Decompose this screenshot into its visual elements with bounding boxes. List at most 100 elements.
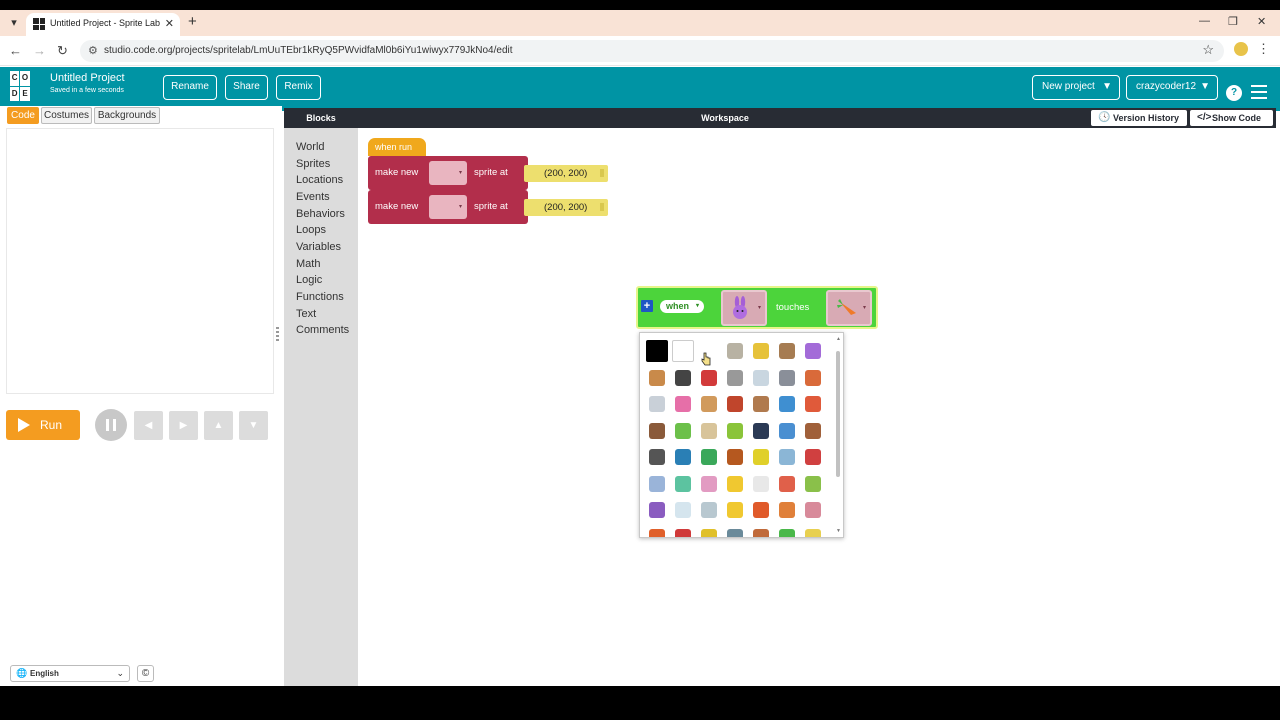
costume-option[interactable] — [646, 473, 668, 495]
costume-option[interactable] — [646, 526, 668, 537]
costume-option[interactable] — [802, 473, 824, 495]
costume-option[interactable] — [802, 340, 824, 362]
new-tab-icon[interactable]: + — [188, 13, 197, 30]
costume-option[interactable] — [802, 499, 824, 521]
back-icon[interactable]: ← — [9, 43, 22, 58]
panel-resize-handle[interactable] — [276, 327, 279, 341]
costume-option[interactable] — [776, 446, 798, 468]
run-button[interactable]: Run — [6, 410, 80, 440]
when-touches-block[interactable]: + when ▾ ▾ touches ▾ — [636, 286, 878, 329]
costume-option[interactable] — [672, 446, 694, 468]
category-variables[interactable]: Variables — [296, 241, 341, 253]
costume-option[interactable] — [776, 393, 798, 415]
close-window-icon[interactable]: ✕ — [1257, 15, 1266, 28]
costume-option[interactable] — [750, 499, 772, 521]
costume-option[interactable] — [698, 526, 720, 537]
costume-option[interactable] — [672, 367, 694, 389]
when-dropdown[interactable]: when ▾ — [660, 300, 704, 313]
costume-option[interactable] — [776, 367, 798, 389]
category-text[interactable]: Text — [296, 308, 316, 320]
costume-option[interactable] — [698, 367, 720, 389]
copyright-icon[interactable]: © — [137, 665, 154, 682]
right-arrow-button[interactable]: ▶ — [169, 411, 198, 440]
costume-option[interactable] — [698, 393, 720, 415]
hamburger-menu-icon[interactable] — [1251, 85, 1267, 99]
category-locations[interactable]: Locations — [296, 174, 343, 186]
costume-option[interactable] — [776, 473, 798, 495]
costume-option[interactable] — [646, 340, 668, 362]
costume-option[interactable] — [802, 367, 824, 389]
category-logic[interactable]: Logic — [296, 274, 322, 286]
picker-scrollbar[interactable] — [836, 351, 840, 477]
bookmark-star-icon[interactable]: ☆ — [1202, 42, 1214, 58]
restore-icon[interactable]: ❐ — [1228, 15, 1238, 28]
costume-option[interactable] — [672, 393, 694, 415]
costume-option[interactable] — [776, 499, 798, 521]
costume-dropdown[interactable]: ▾ — [429, 195, 467, 219]
category-loops[interactable]: Loops — [296, 224, 326, 236]
pause-button[interactable] — [95, 409, 127, 441]
costume-option[interactable] — [672, 420, 694, 442]
costume-option[interactable] — [724, 446, 746, 468]
location-block[interactable]: (200, 200) — [524, 165, 608, 182]
category-events[interactable]: Events — [296, 191, 330, 203]
minimize-icon[interactable]: — — [1199, 15, 1210, 27]
costume-option[interactable] — [802, 420, 824, 442]
costume-option[interactable] — [698, 420, 720, 442]
category-math[interactable]: Math — [296, 258, 320, 270]
new-project-button[interactable]: New project ▼ — [1032, 75, 1120, 100]
share-button[interactable]: Share — [225, 75, 268, 100]
help-icon[interactable]: ? — [1226, 85, 1242, 101]
forward-icon[interactable]: → — [33, 43, 46, 58]
scroll-up-icon[interactable]: ▲ — [836, 336, 841, 342]
costume-dropdown[interactable]: ▾ — [429, 161, 467, 185]
browser-tab[interactable]: Untitled Project - Sprite Lab - C ✕ — [26, 13, 180, 36]
costume-option[interactable] — [698, 499, 720, 521]
code-org-logo[interactable]: C O D E — [10, 71, 40, 101]
language-select[interactable]: 🌐 English ⌄ — [10, 665, 130, 682]
tab-costumes[interactable]: Costumes — [41, 107, 92, 124]
make-new-sprite-block[interactable]: make new ▾ sprite at — [368, 156, 528, 190]
costume-option[interactable] — [646, 393, 668, 415]
costume-option[interactable] — [698, 446, 720, 468]
up-arrow-button[interactable]: ▲ — [204, 411, 233, 440]
costume-option[interactable] — [802, 393, 824, 415]
costume-option[interactable] — [724, 420, 746, 442]
version-history-button[interactable]: 🕓 Version History — [1091, 110, 1187, 126]
costume-option[interactable] — [750, 367, 772, 389]
right-costume-dropdown[interactable]: ▾ — [826, 290, 872, 326]
costume-option[interactable] — [750, 420, 772, 442]
costume-option[interactable] — [750, 473, 772, 495]
costume-option[interactable] — [672, 340, 694, 362]
extension-icon[interactable] — [1234, 42, 1248, 56]
tab-close-icon[interactable]: ✕ — [165, 17, 174, 30]
costume-option[interactable] — [776, 526, 798, 537]
category-comments[interactable]: Comments — [296, 324, 349, 336]
reload-icon[interactable]: ↻ — [57, 43, 68, 59]
tab-code[interactable]: Code — [7, 107, 39, 124]
costume-option[interactable] — [646, 367, 668, 389]
costume-option[interactable] — [750, 340, 772, 362]
costume-option[interactable] — [672, 499, 694, 521]
costume-option[interactable] — [802, 446, 824, 468]
url-field[interactable]: ⚙ studio.code.org/projects/spritelab/LmU… — [80, 40, 1224, 62]
costume-option[interactable] — [750, 526, 772, 537]
blockly-workspace[interactable]: when run make new ▾ sprite at (200, 200)… — [358, 128, 1276, 686]
costume-option[interactable] — [646, 420, 668, 442]
scroll-down-icon[interactable]: ▼ — [836, 528, 841, 534]
show-code-button[interactable]: </> Show Code — [1190, 110, 1273, 126]
user-menu-button[interactable]: crazycoder12 ▼ — [1126, 75, 1218, 100]
costume-option[interactable] — [724, 499, 746, 521]
category-world[interactable]: World — [296, 141, 325, 153]
category-behaviors[interactable]: Behaviors — [296, 208, 345, 220]
costume-option[interactable] — [724, 526, 746, 537]
browser-menu-icon[interactable]: ⋮ — [1257, 41, 1270, 57]
game-stage[interactable] — [6, 128, 274, 394]
rename-button[interactable]: Rename — [163, 75, 217, 100]
costume-option[interactable] — [776, 340, 798, 362]
costume-picker-dropdown[interactable]: ▲ ▼ — [639, 332, 844, 538]
costume-option[interactable] — [724, 367, 746, 389]
costume-option[interactable] — [802, 526, 824, 537]
remix-button[interactable]: Remix — [276, 75, 321, 100]
costume-option[interactable] — [646, 446, 668, 468]
